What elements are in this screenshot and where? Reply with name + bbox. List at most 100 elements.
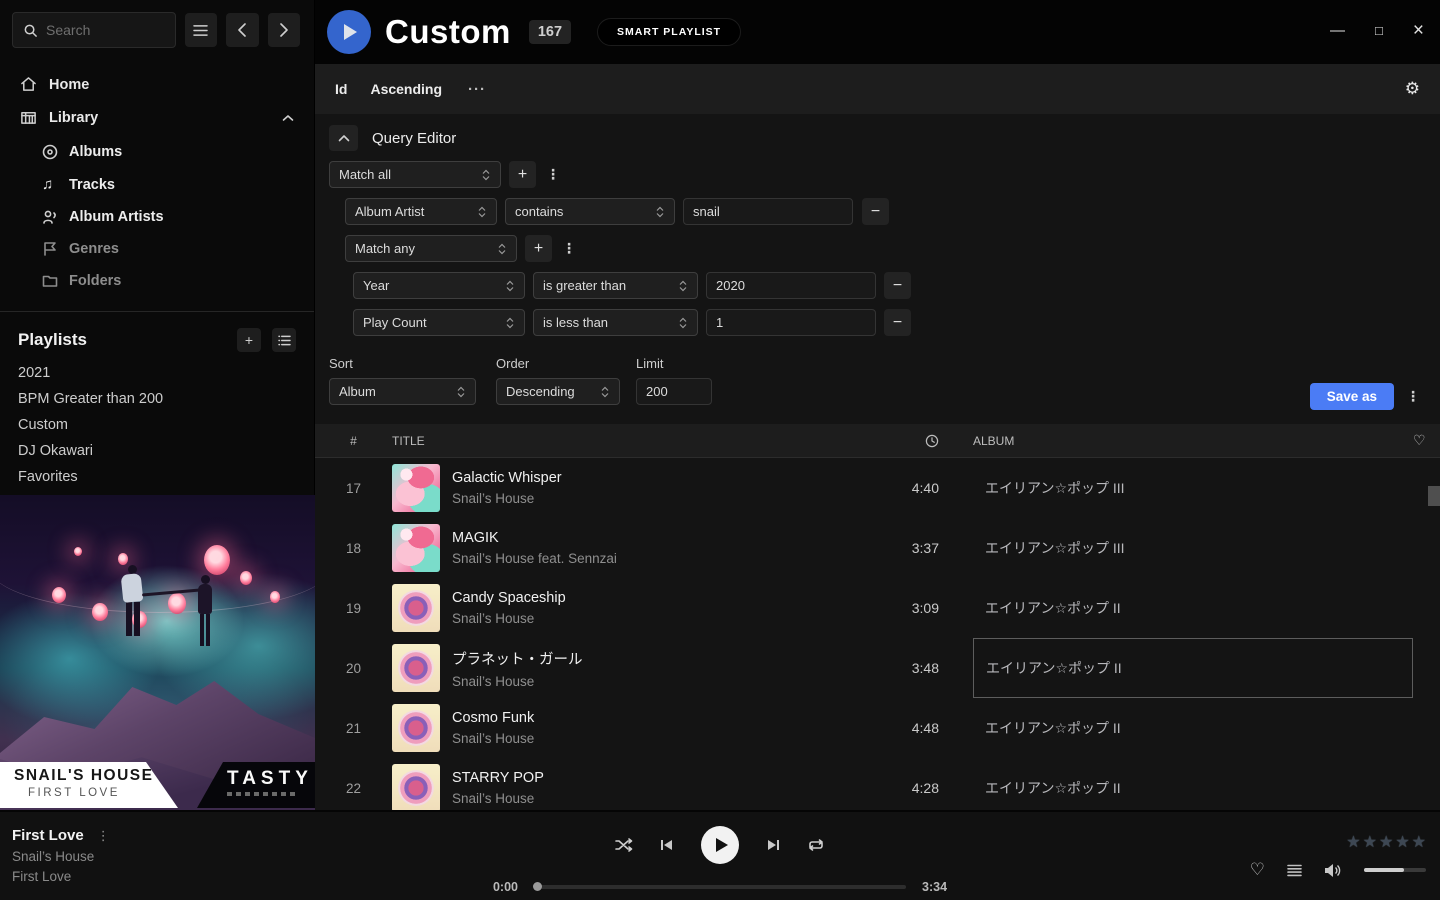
sort-select[interactable]: Album (329, 378, 476, 405)
track-title[interactable]: Candy Spaceship (452, 590, 855, 606)
search-input[interactable] (12, 12, 176, 48)
rule-value-input[interactable] (683, 198, 853, 225)
track-artist[interactable]: Snail’s House (452, 611, 855, 626)
sidebar-item-genres[interactable]: Genres (0, 233, 314, 265)
volume-button[interactable] (1324, 863, 1342, 878)
group-menu-button[interactable]: ⋮ (560, 235, 578, 262)
playlist-item[interactable]: Custom (0, 412, 314, 438)
play-playlist-button[interactable] (327, 10, 371, 54)
play-pause-button[interactable] (701, 826, 739, 864)
rule-value-input[interactable] (706, 272, 876, 299)
remove-rule-button[interactable]: − (884, 272, 911, 299)
star-icon[interactable]: ★ (1346, 832, 1360, 852)
track-title[interactable]: Cosmo Funk (452, 710, 855, 726)
track-title[interactable]: STARRY POP (452, 770, 855, 786)
star-icon[interactable]: ★ (1395, 832, 1409, 852)
track-artist[interactable]: Snail’s House feat. Sennzai (452, 551, 855, 566)
track-album[interactable]: エイリアン☆ポップ III (973, 458, 1413, 518)
settings-gear-button[interactable]: ⚙ (1405, 79, 1420, 99)
track-artist[interactable]: Snail’s House (452, 731, 855, 746)
seek-bar[interactable] (534, 885, 906, 889)
track-title[interactable]: プラネット・ガール (452, 648, 855, 669)
next-button[interactable] (766, 838, 780, 852)
volume-slider[interactable] (1364, 868, 1426, 872)
track-album[interactable]: エイリアン☆ポップ III (973, 518, 1413, 578)
star-icon[interactable]: ★ (1363, 832, 1377, 852)
remove-rule-button[interactable]: − (862, 198, 889, 225)
track-row[interactable]: 20プラネット・ガールSnail’s House3:48エイリアン☆ポップ II (315, 638, 1440, 698)
collapse-query-button[interactable] (329, 125, 358, 151)
star-icon[interactable]: ★ (1379, 832, 1393, 852)
sidebar-item-albums[interactable]: Albums (0, 136, 314, 168)
track-row[interactable]: 22STARRY POPSnail’s House4:28エイリアン☆ポップ I… (315, 758, 1440, 810)
track-album[interactable]: エイリアン☆ポップ II (973, 638, 1413, 698)
track-title[interactable]: Galactic Whisper (452, 470, 855, 486)
sort-order-button[interactable]: Ascending (370, 81, 442, 97)
playlist-item[interactable]: Favorites (0, 464, 314, 490)
seek-thumb[interactable] (533, 882, 542, 891)
nav-back-button[interactable] (226, 13, 258, 47)
track-row[interactable]: 21Cosmo FunkSnail’s House4:48エイリアン☆ポップ I… (315, 698, 1440, 758)
track-row[interactable]: 19Candy SpaceshipSnail’s House3:09エイリアン☆… (315, 578, 1440, 638)
track-artist[interactable]: Snail’s House (452, 674, 855, 689)
sidebar-item-tracks[interactable]: ♫ Tracks (0, 168, 314, 201)
shuffle-button[interactable] (615, 838, 633, 852)
track-album[interactable]: エイリアン☆ポップ II (973, 578, 1413, 638)
group-match-select[interactable]: Match any (345, 235, 517, 262)
previous-button[interactable] (660, 838, 674, 852)
track-artwork[interactable] (392, 524, 440, 572)
rule-field-select[interactable]: Album Artist (345, 198, 497, 225)
add-playlist-button[interactable]: + (237, 328, 261, 352)
limit-input[interactable] (636, 378, 712, 405)
track-artwork[interactable] (392, 464, 440, 512)
track-artist[interactable]: Snail’s House (452, 791, 855, 806)
rule-operator-select[interactable]: contains (505, 198, 675, 225)
menu-button[interactable] (185, 13, 217, 47)
track-artwork[interactable] (392, 764, 440, 810)
scrollbar-thumb[interactable] (1428, 486, 1440, 506)
track-album[interactable]: エイリアン☆ポップ II (973, 698, 1413, 758)
track-artwork[interactable] (392, 584, 440, 632)
save-as-button[interactable]: Save as (1310, 383, 1394, 410)
playlist-item[interactable]: BPM Greater than 200 (0, 386, 314, 412)
column-album[interactable]: ALBUM (973, 434, 1413, 448)
track-row[interactable]: 17Galactic WhisperSnail’s House4:40エイリアン… (315, 458, 1440, 518)
column-favorite[interactable]: ♡ (1413, 432, 1440, 449)
order-select[interactable]: Descending (496, 378, 620, 405)
favorite-button[interactable]: ♡ (1250, 860, 1265, 880)
window-close-button[interactable]: × (1413, 22, 1424, 40)
sidebar-item-folders[interactable]: Folders (0, 265, 314, 297)
track-row[interactable]: 18MAGIKSnail’s House feat. Sennzai3:37エイ… (315, 518, 1440, 578)
add-rule-button[interactable]: + (509, 161, 536, 188)
window-minimize-button[interactable]: — (1330, 22, 1345, 40)
remove-rule-button[interactable]: − (884, 309, 911, 336)
nav-forward-button[interactable] (268, 13, 300, 47)
track-album[interactable]: エイリアン☆ポップ II (973, 758, 1413, 810)
rule-group-menu-button[interactable]: ⋮ (544, 161, 562, 188)
root-match-select[interactable]: Match all (329, 161, 501, 188)
column-title[interactable]: TITLE (392, 434, 855, 448)
playlist-item[interactable]: DJ Okawari (0, 438, 314, 464)
queue-button[interactable] (1287, 864, 1302, 877)
track-title[interactable]: MAGIK (452, 530, 855, 546)
rule-field-select[interactable]: Year (353, 272, 525, 299)
save-menu-button[interactable]: ⋮ (1404, 383, 1422, 410)
rule-operator-select[interactable]: is greater than (533, 272, 698, 299)
track-artwork[interactable] (392, 704, 440, 752)
playlist-list-button[interactable] (272, 328, 296, 352)
search-field[interactable] (46, 22, 156, 38)
chevron-up-icon[interactable] (282, 114, 294, 122)
repeat-button[interactable] (807, 838, 825, 852)
add-group-rule-button[interactable]: + (525, 235, 552, 262)
sidebar-item-library[interactable]: Library (0, 101, 314, 134)
track-artist[interactable]: Snail’s House (452, 491, 855, 506)
column-index[interactable]: # (315, 434, 392, 448)
track-artwork[interactable] (392, 644, 440, 692)
column-duration[interactable] (855, 434, 945, 448)
sidebar-item-album-artists[interactable]: Album Artists (0, 201, 314, 233)
rule-field-select[interactable]: Play Count (353, 309, 525, 336)
rule-operator-select[interactable]: is less than (533, 309, 698, 336)
window-maximize-button[interactable]: □ (1375, 22, 1383, 40)
more-options-button[interactable]: ··· (468, 81, 486, 98)
sidebar-item-home[interactable]: Home (0, 68, 314, 101)
